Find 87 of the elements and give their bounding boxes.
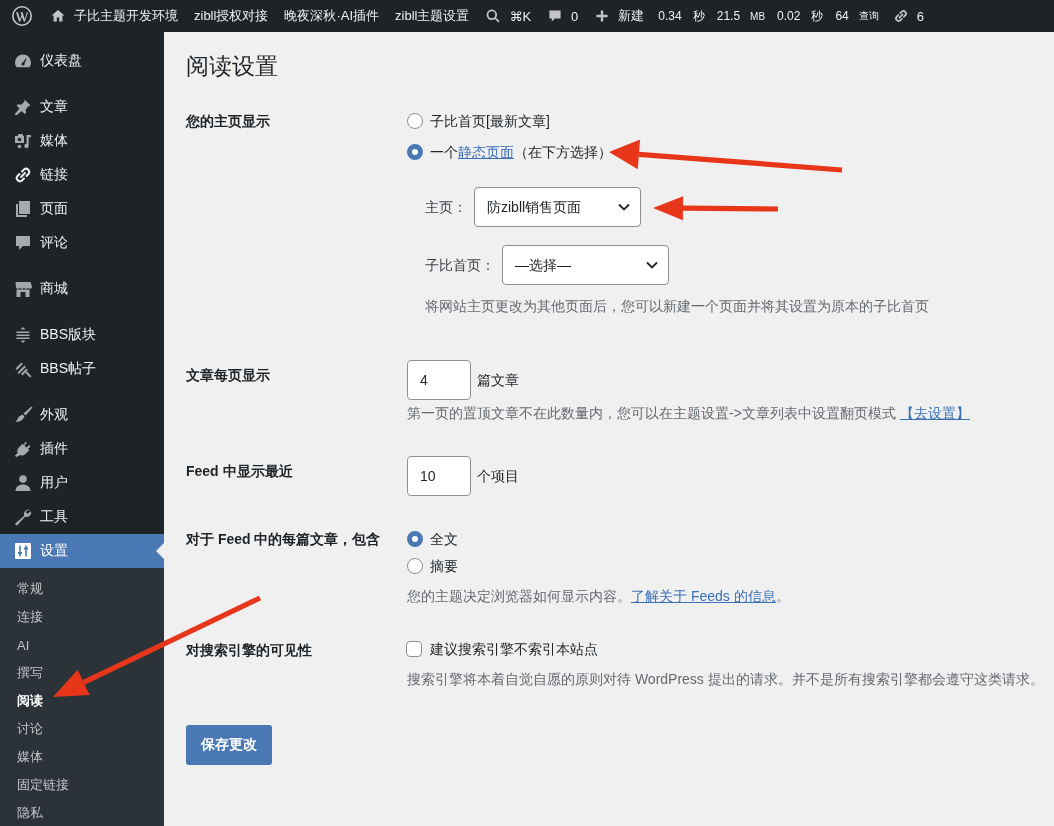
link-icon [13,165,33,185]
sidebar-item[interactable]: 外观 [0,398,164,432]
unit-label: 个项目 [477,467,519,486]
submenu-item[interactable]: 隐私 [0,799,164,826]
sidebar-item[interactable]: BBS帖子 [0,352,164,386]
save-button[interactable]: 保存更改 [186,725,272,765]
chevron-down-icon [618,203,630,211]
link-icon [892,8,909,24]
setting-label: 对搜索引擎的可见性 [186,641,312,660]
sidebar-item[interactable]: 页面 [0,192,164,226]
search-shortcut[interactable]: ⌘K [477,0,540,32]
submenu-item[interactable]: 讨论 [0,715,164,743]
radio-button[interactable] [407,113,423,129]
plus-icon [594,8,611,24]
inline-link[interactable]: 了解关于 Feeds 的信息 [631,588,776,604]
sidebar-item[interactable]: 链接 [0,158,164,192]
sidebar-item[interactable]: 仪表盘 [0,44,164,78]
field-description: 第一页的置顶文章不在此数量内，您可以在主题设置->文章列表中设置翻页模式 【去设置】 [407,404,970,423]
site-link[interactable]: 子比主题开发环境 [42,0,186,32]
sidebar-item[interactable]: 用户 [0,466,164,500]
radio-button[interactable] [407,144,423,160]
plug-icon [13,439,33,459]
radio-button[interactable] [407,531,423,547]
toolbar-menu-link[interactable]: 晚夜深秋·AI插件 [276,0,388,32]
user-icon [13,473,33,493]
page-title: 阅读设置 [186,52,279,81]
storefront-icon [13,279,33,299]
number-input[interactable]: 10 [407,456,471,496]
dropdown-label: 子比首页： [425,256,495,275]
toolbar-menu-link[interactable]: zibll授权对接 [186,0,277,32]
radio-label: 全文 [430,530,458,549]
camera-note-icon [13,131,33,151]
number-input[interactable]: 4 [407,360,471,400]
submenu-item[interactable]: 阅读 [0,687,164,715]
radio-button[interactable] [407,558,423,574]
links-count[interactable]: 6 [884,0,932,32]
pushpin-icon [13,97,33,117]
new-content-link[interactable]: 新建 [586,0,653,32]
wrench-icon [13,507,33,527]
sidebar-item[interactable]: 工具 [0,500,164,534]
submenu-item[interactable]: 常规 [0,575,164,603]
speech-bubble-icon [13,233,33,253]
comments-link[interactable]: 0 [539,0,587,32]
field-description: 搜索引擎将本着自觉自愿的原则对待 WordPress 提出的请求。并不是所有搜索引擎都会遵守这类请求。 [407,670,1044,689]
setting-label: 文章每页显示 [186,366,270,385]
sidebar-item[interactable]: 文章 [0,90,164,124]
radio-label: 子比首页[最新文章] [430,112,550,131]
submenu-item[interactable]: 连接 [0,603,164,631]
radio-label: 一个静态页面（在下方选择） [430,143,612,162]
logo-icon[interactable] [12,6,32,26]
sliders-icon [13,541,33,561]
sidebar-item[interactable]: 插件 [0,432,164,466]
speech-bubble-icon [547,8,564,24]
home-icon [50,8,66,24]
sidebar-item[interactable]: 评论 [0,226,164,260]
sidebar-item[interactable]: 媒体 [0,124,164,158]
inline-link[interactable]: 静态页面 [458,144,514,160]
setting-label: 对于 Feed 中的每篇文章，包含 [186,530,381,549]
chevron-down-icon [646,261,658,269]
query-stat[interactable]: 21.5 MB [710,0,772,32]
unit-label: 篇文章 [477,371,519,390]
page-dropdown[interactable]: —选择— [502,245,669,285]
submenu-item[interactable]: 媒体 [0,743,164,771]
sidebar-item[interactable]: BBS版块 [0,318,164,352]
current-page-notch-icon [156,543,164,559]
field-description: 您的主题决定浏览器如何显示内容。了解关于 Feeds 的信息。 [407,587,790,606]
submenu-item[interactable]: 撰写 [0,659,164,687]
sidebar-item[interactable]: 商城 [0,272,164,306]
query-stat[interactable]: 0.02 秒 [771,0,830,32]
submenu-item[interactable]: AI [0,631,164,659]
setting-label: 您的主页显示 [186,112,270,131]
query-stat[interactable]: 0.34 秒 [652,0,711,32]
page-dropdown[interactable]: 防zibll销售页面 [474,187,641,227]
paintbrush-icon [13,405,33,425]
checkbox[interactable] [406,641,422,657]
toolbar-menu-link[interactable]: zibll主题设置 [387,0,478,32]
checkbox-label: 建议搜索引擎不索引本站点 [430,640,598,659]
search-icon [485,8,502,24]
inline-link[interactable]: 【去设置】 [899,405,970,421]
sidebar-item[interactable]: 设置 [0,534,164,568]
radio-label: 摘要 [430,557,458,576]
submenu-item[interactable]: 固定链接 [0,771,164,799]
documents-icon [13,199,33,219]
dropdown-label: 主页： [425,198,467,217]
field-description: 将网站主页更改为其他页面后，您可以新建一个页面并将其设置为原本的子比首页 [425,297,929,316]
query-stat[interactable]: 64 查询 [829,0,885,32]
setting-label: Feed 中显示最近 [186,462,293,481]
